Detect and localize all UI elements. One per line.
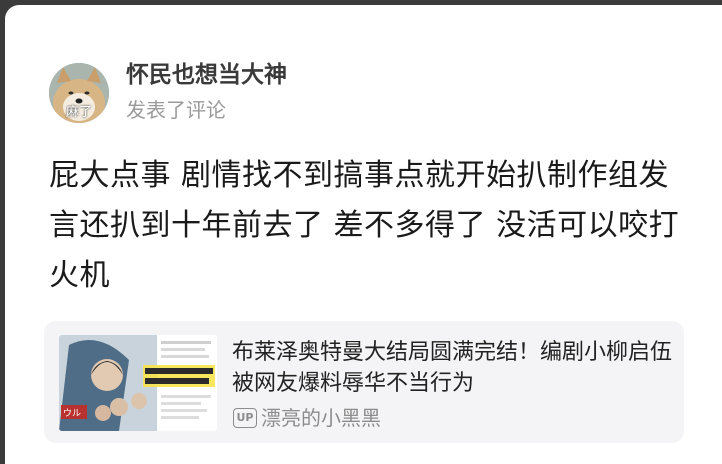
- up-badge-icon: UP: [233, 408, 257, 428]
- avatar-caption: 麻了: [65, 105, 92, 120]
- author-name[interactable]: 怀民也想当大神: [126, 60, 287, 90]
- svg-text:ウル: ウル: [63, 408, 81, 419]
- comment-text: 屁大点事 剧情找不到搞事点就开始扒制作组发言还扒到十年前去了 差不多得了 没活可…: [49, 158, 680, 293]
- shared-video-card[interactable]: ウル 布莱泽奥特曼大结局圆满完结！编剧小柳启伍被网友爆料辱华不当行为 UP 漂亮…: [44, 321, 684, 443]
- thumbnail-image: ウル: [59, 335, 217, 431]
- uploader-name: 漂亮的小黑黑: [261, 406, 381, 430]
- video-title[interactable]: 布莱泽奥特曼大结局圆满完结！编剧小柳启伍被网友爆料辱华不当行为: [232, 337, 672, 399]
- video-thumbnail: ウル: [59, 335, 217, 431]
- avatar[interactable]: 麻了: [49, 63, 109, 123]
- author-action: 发表了评论: [126, 98, 226, 122]
- video-uploader[interactable]: UP 漂亮的小黑黑: [233, 406, 381, 430]
- comment-notification-screen: 麻了 怀民也想当大神 发表了评论 屁大点事 剧情找不到搞事点就开始扒制作组发言还…: [5, 5, 722, 464]
